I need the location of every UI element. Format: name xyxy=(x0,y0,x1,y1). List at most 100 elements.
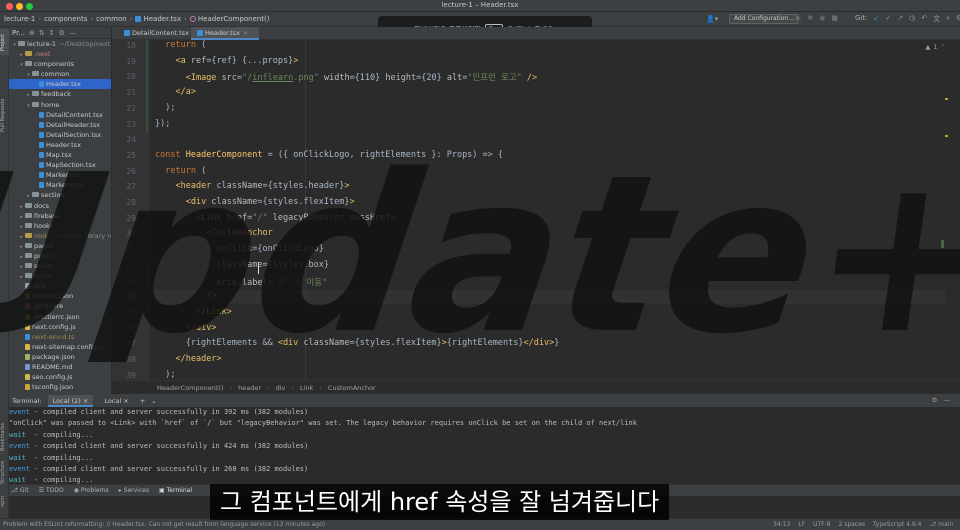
structure-tool-tab[interactable]: Structure xyxy=(0,455,9,489)
new-terminal-icon[interactable]: + xyxy=(140,397,145,405)
tool-tab-services[interactable]: ▸ Services xyxy=(119,487,149,494)
line-number-gutter[interactable]: 18 19 20 21 22 23 24 25 26 27 28 29 30 31 32 33 34 35 36 37… xyxy=(112,40,150,380)
scroll-marker[interactable] xyxy=(945,135,948,137)
code-line[interactable]: <Link href="/" legacyBehavior passHref> xyxy=(155,213,396,223)
npm-tool-tab[interactable]: npm xyxy=(0,493,9,509)
caret-position[interactable]: 34:13 xyxy=(773,521,790,528)
tab-detailcontent[interactable]: DetailContent.tsx× xyxy=(118,27,197,40)
line-number[interactable]: 22 xyxy=(112,104,136,113)
line-number[interactable]: 29 xyxy=(112,214,136,223)
editor-breadcrumb-item[interactable]: Link xyxy=(300,384,313,392)
code-line[interactable]: </div> xyxy=(155,323,217,333)
editor-scrollbar[interactable] xyxy=(941,40,954,380)
file-encoding[interactable]: UTF-8 xyxy=(813,521,831,528)
project-tree-item[interactable]: README.md xyxy=(9,362,111,372)
line-number[interactable]: 24 xyxy=(112,135,136,144)
language-service[interactable]: TypeScript 4.9.4 xyxy=(873,521,921,528)
inspection-widget[interactable]: ▲ 1 ⌃ xyxy=(925,43,946,51)
project-tree-item[interactable]: next.config.js xyxy=(9,322,111,332)
hide-panel-icon[interactable]: — xyxy=(944,396,951,404)
editor-breadcrumb-item[interactable]: header xyxy=(238,384,261,392)
project-tree-item[interactable]: ▸ types xyxy=(9,271,111,281)
line-number[interactable]: 35 xyxy=(112,308,136,317)
project-tree-item[interactable]: .gitignore xyxy=(9,301,111,311)
line-ending[interactable]: LF xyxy=(798,521,805,528)
line-number[interactable]: 37 xyxy=(112,339,136,348)
project-view-selector[interactable]: Pr... xyxy=(12,29,25,37)
project-tree-item[interactable]: ▸ firebase xyxy=(9,211,111,221)
project-tree-item[interactable]: DetailHeader.tsx xyxy=(9,120,111,130)
scroll-marker[interactable] xyxy=(945,98,948,100)
line-number[interactable]: 36 xyxy=(112,324,136,333)
line-number[interactable]: 27 xyxy=(112,182,136,191)
add-configuration-button[interactable]: Add Configuration... xyxy=(729,14,799,24)
line-number[interactable]: 28 xyxy=(112,198,136,207)
pull-requests-tool-tab[interactable]: Pull Requests xyxy=(0,93,9,137)
project-tree-item[interactable]: ▸ docs xyxy=(9,201,111,211)
gear-icon[interactable]: ⚙ xyxy=(932,396,938,404)
terminal-tab-local[interactable]: Local × xyxy=(99,395,133,407)
code-line[interactable]: <CustomAnchor xyxy=(155,228,273,238)
translate-icon[interactable]: 文 xyxy=(933,14,940,24)
code-line[interactable]: <a ref={ref} {...props}> xyxy=(155,56,298,66)
chevron-down-icon[interactable]: ⌄ xyxy=(151,397,156,405)
code-editor[interactable]: 18 19 20 21 22 23 24 25 26 27 28 29 30 31 32 33 34 35 36 37… xyxy=(112,40,960,380)
search-everywhere-icon[interactable]: ⌕ xyxy=(946,14,950,24)
line-number[interactable]: 19 xyxy=(112,57,136,66)
code-line[interactable]: <div className={styles.flexItem}> xyxy=(155,197,355,207)
breadcrumb-components[interactable]: components xyxy=(44,15,87,23)
project-tree-item[interactable]: Markers.tsx xyxy=(9,180,111,190)
line-number[interactable]: 31 xyxy=(112,245,136,254)
collapse-all-icon[interactable]: ⇅ xyxy=(39,29,45,37)
line-number[interactable]: 23 xyxy=(112,120,136,129)
line-number[interactable]: 39 xyxy=(112,371,136,380)
git-rollback-icon[interactable]: ↶ xyxy=(921,14,927,24)
git-update-icon[interactable]: ↙ xyxy=(873,14,879,24)
status-message[interactable]: Problem with ESLint reformatting: // Hea… xyxy=(3,521,325,528)
terminal-tab-local-2[interactable]: Local (2) × xyxy=(47,395,94,407)
line-number[interactable]: 18 xyxy=(112,41,136,50)
project-tree-item[interactable]: Header.tsx xyxy=(9,140,111,150)
tool-tab-todo[interactable]: ☰ TODO xyxy=(39,487,64,494)
line-number[interactable]: 34 xyxy=(112,292,136,301)
code-line[interactable]: </Link> xyxy=(155,307,232,317)
project-tree-item[interactable]: ▾ home xyxy=(9,100,111,110)
line-number[interactable]: 32 xyxy=(112,261,136,270)
user-icon[interactable]: 👤▾ xyxy=(706,15,718,23)
code-line[interactable]: </a> xyxy=(155,87,195,97)
code-line[interactable]: return ( xyxy=(155,40,206,50)
debug-icon[interactable]: ✱ xyxy=(807,14,813,22)
code-line[interactable]: </header> xyxy=(155,354,221,364)
line-number[interactable]: 38 xyxy=(112,355,136,364)
tool-tab-terminal[interactable]: ▣ Terminal xyxy=(159,487,192,494)
code-line[interactable]: <Image src="/inflearn.png" width={110} h… xyxy=(155,71,537,83)
tool-tab-git[interactable]: ⎇ Git xyxy=(11,487,29,494)
project-tree-item[interactable]: ▸ .next xyxy=(9,49,111,59)
project-tree-item[interactable]: ▸ hooks xyxy=(9,221,111,231)
project-tree-item[interactable]: ▸ public xyxy=(9,251,111,261)
editor-breadcrumb-item[interactable]: CustomAnchor xyxy=(328,384,376,392)
code-line[interactable]: const HeaderComponent = ({ onClickLogo, … xyxy=(155,150,503,160)
bookmarks-tool-tab[interactable]: Bookmarks xyxy=(0,419,9,455)
breadcrumb-project[interactable]: lecture-1 xyxy=(4,15,35,23)
locate-file-icon[interactable]: ⊕ xyxy=(29,29,35,37)
code-line[interactable]: <header className={styles.header}> xyxy=(155,181,349,191)
project-tree-item[interactable]: package.json xyxy=(9,352,111,362)
code-line[interactable]: }); xyxy=(155,119,170,129)
vcs-change-marker[interactable] xyxy=(146,258,148,318)
git-commit-icon[interactable]: ✓ xyxy=(885,14,891,24)
line-number[interactable]: 26 xyxy=(112,167,136,176)
project-tree-item[interactable]: ▾ lecture-1 ~/Desktop/next.js xyxy=(9,39,111,49)
indent-setting[interactable]: 2 spaces xyxy=(839,521,865,528)
line-number[interactable]: 21 xyxy=(112,88,136,97)
run-icon[interactable]: ▶ xyxy=(796,14,801,22)
terminal-output[interactable]: event - compiled client and server succe… xyxy=(9,407,960,484)
hide-panel-icon[interactable]: — xyxy=(69,29,76,37)
close-tab-icon[interactable]: × xyxy=(243,29,248,37)
breadcrumb-common[interactable]: common xyxy=(96,15,127,23)
project-tree-item[interactable]: ▸ node_modules library ro xyxy=(9,231,111,241)
editor-breadcrumb-item[interactable]: HeaderComponent() xyxy=(157,384,223,392)
git-push-icon[interactable]: ↗ xyxy=(897,14,903,24)
code-line[interactable]: aria-label="홈으로 이동" xyxy=(155,276,327,288)
project-tree-item[interactable]: next-sitemap.config.js xyxy=(9,342,111,352)
